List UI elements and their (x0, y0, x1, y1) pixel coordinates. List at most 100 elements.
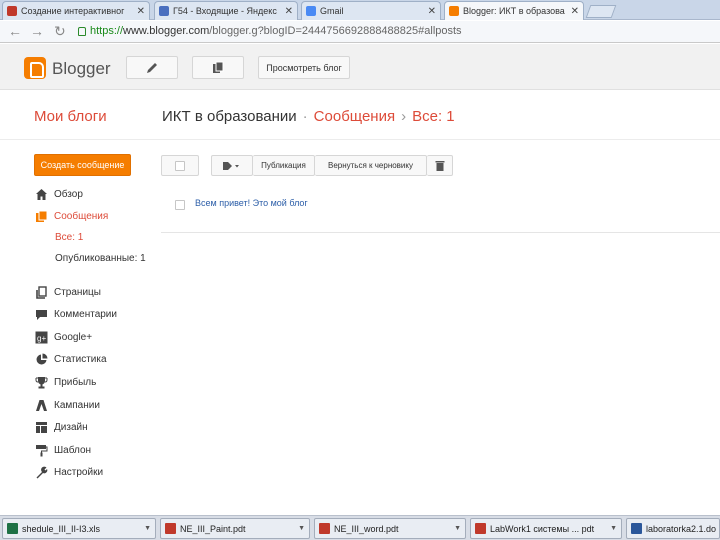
taskbar-item-label: LabWork1 системы ... pdt (490, 523, 595, 534)
sidebar-item-label: Дизайн (54, 421, 88, 433)
view-posts-button[interactable] (192, 56, 244, 79)
sidebar-item-label: Обзор (54, 188, 83, 200)
chevron-down-icon: ▼ (610, 525, 617, 532)
taskbar-item-4[interactable]: LabWork1 системы ... pdt ▼ (470, 518, 622, 539)
label-tag-icon (223, 161, 239, 170)
sidebar-item-comments[interactable]: Комментарии (34, 306, 117, 322)
blogger-header: Blogger Просмотреть блог (0, 44, 720, 90)
post-title-link[interactable]: Всем привет! Это мой блог (195, 198, 308, 208)
new-tab-button[interactable] (585, 5, 617, 18)
blog-name[interactable]: ИКТ в образовании (162, 108, 297, 125)
new-post-button[interactable]: Создать сообщение (34, 154, 131, 176)
chevron-down-icon: ▼ (454, 525, 461, 532)
sidebar-item-settings[interactable]: Настройки (34, 464, 103, 480)
breadcrumb-section[interactable]: Сообщения (314, 108, 395, 125)
taskbar-item-2[interactable]: NE_III_Paint.pdt ▼ (160, 518, 310, 539)
url-host: www.blogger.com (123, 25, 210, 37)
publish-button[interactable]: Публикация (253, 155, 315, 176)
documents-icon (213, 61, 224, 73)
pdf-file-icon (165, 523, 176, 534)
post-checkbox[interactable] (175, 200, 185, 210)
close-tab-icon[interactable]: ✕ (571, 6, 579, 17)
blogger-logo-icon[interactable] (24, 57, 46, 79)
sidebar-item-stats[interactable]: Статистика (34, 351, 107, 367)
blogger-wordmark[interactable]: Blogger (52, 59, 111, 79)
document-favicon-icon (7, 6, 17, 16)
sidebar-item-layout[interactable]: Дизайн (34, 419, 88, 435)
pages-icon (34, 285, 48, 299)
sidebar-item-label: Прибыль (54, 376, 97, 388)
lock-icon (78, 27, 86, 36)
sidebar-item-posts[interactable]: Сообщения (34, 208, 108, 224)
layout-icon (34, 420, 48, 434)
checkbox-icon (175, 160, 185, 171)
sidebar-item-label: Статистика (54, 353, 107, 365)
revert-to-draft-button[interactable]: Вернуться к черновику (315, 155, 427, 176)
chevron-down-icon: ▼ (298, 525, 305, 532)
pdf-file-icon (475, 523, 486, 534)
address-bar: ← → ↻ https://www.blogger.com/blogger.g?… (0, 21, 720, 43)
sidebar-item-label: Google+ (54, 331, 93, 343)
os-taskbar: shedule_III_II-I3.xls ▼ NE_III_Paint.pdt… (0, 515, 720, 540)
browser-tab-4[interactable]: Blogger: ИКТ в образова ✕ (444, 1, 584, 20)
post-list-row[interactable]: Всем привет! Это мой блог (161, 186, 720, 233)
browser-tab-2[interactable]: Г54 - Входящие - Яндекс ✕ (154, 1, 298, 20)
url-field[interactable]: https://www.blogger.com/blogger.g?blogID… (90, 25, 462, 37)
new-post-pencil-button[interactable] (126, 56, 178, 79)
chevron-down-icon: ▼ (144, 525, 151, 532)
tab-label: Создание интерактивног (21, 6, 125, 16)
taskbar-item-label: NE_III_Paint.pdt (180, 523, 246, 534)
title-bar: Мои блоги ИКТ в образовании · Сообщения › Вс… (0, 90, 720, 140)
sidebar-item-label: Сообщения (54, 210, 109, 222)
taskbar-item-label: NE_III_word.pdt (334, 523, 399, 534)
pdf-file-icon (319, 523, 330, 534)
pencil-icon (147, 62, 157, 73)
forward-icon[interactable]: → (30, 24, 44, 38)
my-blogs-link[interactable]: Мои блоги (34, 108, 107, 125)
delete-button[interactable] (427, 155, 453, 176)
browser-tab-1[interactable]: Создание интерактивног ✕ (2, 1, 150, 20)
browser-tab-3[interactable]: Gmail ✕ (301, 1, 441, 20)
view-blog-button[interactable]: Просмотреть блог (258, 56, 350, 79)
paint-roller-icon (34, 443, 48, 457)
sidebar-item-google-plus[interactable]: g+ Google+ (34, 329, 92, 345)
select-all-checkbox-button[interactable] (161, 155, 199, 176)
blogger-favicon-icon (449, 6, 459, 16)
taskbar-item-1[interactable]: shedule_III_II-I3.xls ▼ (2, 518, 156, 539)
wrench-icon (34, 465, 48, 479)
breadcrumb: ИКТ в образовании · Сообщения › Все: 1 (162, 108, 455, 125)
trophy-icon (34, 375, 48, 389)
sidebar-item-label: Настройки (54, 466, 104, 478)
tab-label: Blogger: ИКТ в образова (463, 6, 565, 16)
sidebar-item-label: Кампании (54, 399, 100, 411)
close-tab-icon[interactable]: ✕ (285, 6, 293, 17)
reload-icon[interactable]: ↻ (54, 24, 66, 38)
pie-chart-icon (34, 352, 48, 366)
taskbar-item-5[interactable]: laboratorka2.1.do (626, 518, 720, 539)
tab-label: Gmail (320, 6, 344, 16)
sidebar-subitem-published[interactable]: Опубликованные: 1 (55, 253, 146, 264)
mail-favicon-icon (159, 6, 169, 16)
labels-dropdown-button[interactable] (211, 155, 253, 176)
browser-tab-strip: Создание интерактивног ✕ Г54 - Входящие … (0, 0, 720, 20)
sidebar-item-earnings[interactable]: Прибыль (34, 374, 96, 390)
sidebar-item-campaigns[interactable]: Кампании (34, 397, 100, 413)
back-icon[interactable]: ← (8, 24, 22, 38)
google-plus-icon: g+ (34, 330, 48, 344)
word-file-icon (631, 523, 642, 534)
close-tab-icon[interactable]: ✕ (428, 6, 436, 17)
taskbar-item-label: laboratorka2.1.do (646, 523, 717, 534)
url-path: /blogger.g?blogID=2444756692888488825#al… (209, 25, 462, 37)
sidebar-item-template[interactable]: Шаблон (34, 442, 91, 458)
sidebar-subitem-all[interactable]: Все: 1 (55, 232, 83, 243)
sidebar-item-label: Шаблон (54, 444, 92, 456)
gmail-favicon-icon (306, 6, 316, 16)
breadcrumb-separator: · (302, 108, 308, 125)
taskbar-item-label: shedule_III_II-I3.xls (22, 523, 101, 534)
taskbar-item-3[interactable]: NE_III_word.pdt ▼ (314, 518, 466, 539)
sidebar-item-overview[interactable]: Обзор (34, 186, 83, 202)
campaigns-icon (34, 398, 48, 412)
posts-icon (34, 209, 48, 223)
sidebar-item-pages[interactable]: Страницы (34, 284, 101, 300)
close-tab-icon[interactable]: ✕ (137, 6, 145, 17)
